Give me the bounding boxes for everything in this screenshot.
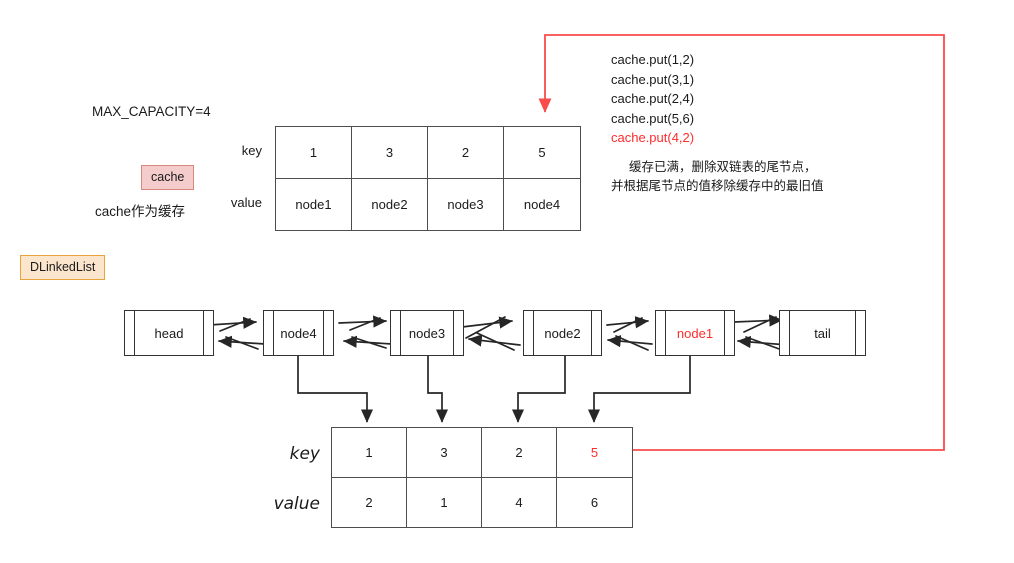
kv-key-cell: 3 xyxy=(407,428,482,478)
dlinkedlist-badge: DLinkedList xyxy=(20,255,106,280)
code-operations-list: cache.put(1,2) cache.put(3,1) cache.put(… xyxy=(611,50,694,148)
node-next-pointer-slot xyxy=(203,311,213,355)
cache-key-cell: 1 xyxy=(276,127,352,179)
cache-value-cell: node2 xyxy=(352,178,428,230)
max-capacity-label: MAX_CAPACITY=4 xyxy=(92,104,211,119)
node-label: head xyxy=(154,325,184,341)
diagram-canvas: MAX_CAPACITY=4 cache cache作为缓存 DLinkedLi… xyxy=(0,0,1014,563)
code-line: cache.put(2,4) xyxy=(611,91,695,106)
cache-value-row-label: value xyxy=(230,195,262,210)
node-next-pointer-slot xyxy=(591,311,601,355)
kv-key-cell: 1 xyxy=(332,428,407,478)
kv-value-cell: 4 xyxy=(482,477,557,527)
cache-badge: cache xyxy=(141,165,195,190)
node-prev-pointer-slot xyxy=(780,311,790,355)
list-node-tail: tail xyxy=(779,310,866,356)
node-label: node2 xyxy=(544,325,581,341)
code-line-highlighted: cache.put(4,2) xyxy=(611,130,695,145)
node-next-pointer-slot xyxy=(724,311,734,355)
kv-key-cell: 2 xyxy=(482,428,557,478)
node-prev-pointer-slot xyxy=(656,311,666,355)
cache-table: 1 3 2 5 node1 node2 node3 node4 xyxy=(275,126,581,231)
node-prev-pointer-slot xyxy=(125,311,135,355)
kv-key-row-label: key xyxy=(289,444,320,464)
node-prev-pointer-slot xyxy=(264,311,274,355)
kv-key-cell: 5 xyxy=(557,428,632,478)
kv-value-cell: 1 xyxy=(407,477,482,527)
node-prev-pointer-slot xyxy=(391,311,401,355)
node-label: tail xyxy=(814,325,831,341)
node-next-pointer-slot xyxy=(453,311,463,355)
cache-key-cell: 3 xyxy=(352,127,428,179)
node-next-pointer-slot xyxy=(323,311,333,355)
node-label: node4 xyxy=(280,325,317,341)
node-prev-pointer-slot xyxy=(524,311,534,355)
code-line: cache.put(1,2) xyxy=(611,52,695,67)
cache-key-row-label: key xyxy=(241,143,262,158)
cache-description-label: cache作为缓存 xyxy=(95,204,186,219)
list-node-node2: node2 xyxy=(523,310,602,356)
node-next-pointer-slot xyxy=(855,311,865,355)
node-label: node3 xyxy=(408,325,446,341)
eviction-explanation-note: 缓存已满，删除双链表的尾节点， 并根据尾节点的值移除缓存中的最旧值 xyxy=(611,158,824,196)
code-line: cache.put(5,6) xyxy=(611,110,695,126)
red-eviction-path xyxy=(538,34,945,451)
code-line: cache.put(3,1) xyxy=(611,71,695,87)
eviction-note-line2: 并根据尾节点的值移除缓存中的最旧值 xyxy=(611,179,824,193)
kv-value-cell: 2 xyxy=(332,477,407,527)
kv-value-row-label: value xyxy=(273,494,320,514)
cache-key-cell: 5 xyxy=(504,127,580,179)
list-node-head: head xyxy=(124,310,214,356)
cache-value-cell: node4 xyxy=(523,196,561,212)
node-label: node1 xyxy=(676,325,714,341)
cache-value-cell: node1 xyxy=(276,178,352,230)
cache-key-cell: 2 xyxy=(428,127,504,179)
kv-value-cell: 6 xyxy=(590,494,599,510)
list-node-node3: node3 xyxy=(390,310,464,356)
list-node-node1: node1 xyxy=(655,310,735,356)
node-to-table-connectors xyxy=(297,356,691,423)
list-node-node4: node4 xyxy=(263,310,334,356)
eviction-note-line1: 缓存已满，删除双链表的尾节点， xyxy=(629,160,817,174)
cache-value-cell: node3 xyxy=(428,178,504,230)
kv-table: 1 3 2 5 2 1 4 6 xyxy=(331,427,633,528)
